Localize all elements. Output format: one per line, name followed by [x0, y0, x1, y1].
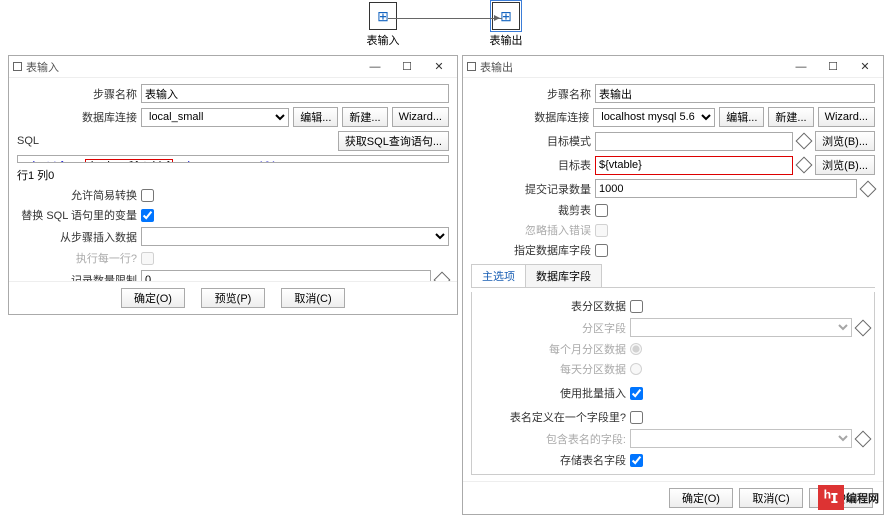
new-button[interactable]: 新建...: [342, 107, 387, 127]
store-field-checkbox[interactable]: [630, 454, 643, 467]
brand-text: 编程网: [846, 490, 879, 506]
commit-label: 提交记录数量: [471, 181, 591, 197]
commit-input[interactable]: [595, 179, 857, 198]
edit-button[interactable]: 编辑...: [719, 107, 764, 127]
replace-vars-label: 替换 SQL 语句里的变量: [17, 207, 137, 223]
monthly-radio: [630, 343, 642, 355]
new-button[interactable]: 新建...: [768, 107, 813, 127]
partition-field-label: 分区字段: [476, 320, 626, 336]
table-input-dialog: 表输入 — ☐ ✕ 步骤名称 数据库连接 local_small 编辑... 新…: [8, 55, 458, 315]
table-output-dialog: 表输出 — ☐ ✕ 步骤名称 数据库连接 localhost mysql 5.6…: [462, 55, 884, 515]
step-name-label: 步骤名称: [17, 86, 137, 102]
schema-label: 目标模式: [471, 133, 591, 149]
wizard-button[interactable]: Wizard...: [818, 107, 875, 127]
watermark: ʰɪ 编程网: [818, 485, 879, 510]
node-label: 表输出: [490, 32, 523, 48]
partition-field-select: [630, 318, 852, 337]
maximize-icon[interactable]: ☐: [393, 58, 421, 76]
step-name-input[interactable]: [141, 84, 449, 103]
step-name-label: 步骤名称: [471, 86, 591, 102]
cancel-button[interactable]: 取消(C): [281, 288, 345, 308]
get-sql-button[interactable]: 获取SQL查询语句...: [338, 131, 449, 151]
wizard-button[interactable]: Wizard...: [392, 107, 449, 127]
tab-fields[interactable]: 数据库字段: [525, 264, 602, 287]
variable-icon: [856, 321, 870, 335]
tabs: 主选项 数据库字段: [471, 264, 875, 288]
variable-icon[interactable]: [861, 182, 875, 196]
node-table-output[interactable]: ⊞ 表输出: [490, 2, 523, 48]
lazy-checkbox[interactable]: [141, 189, 154, 202]
name-field-select: [630, 429, 852, 448]
table-input[interactable]: [595, 156, 793, 175]
name-in-field-label: 表名定义在一个字段里?: [476, 409, 626, 425]
cursor-position: 行1 列0: [17, 167, 449, 183]
sql-highlight: dw_hos.${vtable}: [85, 159, 173, 163]
window-title: 表输出: [480, 59, 783, 75]
batch-label: 使用批量插入: [476, 385, 626, 401]
from-step-label: 从步骤插入数据: [17, 229, 137, 245]
batch-checkbox[interactable]: [630, 387, 643, 400]
close-icon[interactable]: ✕: [851, 58, 879, 76]
window-title: 表输入: [26, 59, 357, 75]
tab-main[interactable]: 主选项: [471, 264, 526, 287]
partition-label: 表分区数据: [476, 298, 626, 314]
cancel-button[interactable]: 取消(C): [739, 488, 803, 508]
table-label: 目标表: [471, 157, 591, 173]
lazy-label: 允许简易转换: [17, 187, 137, 203]
specify-fields-checkbox[interactable]: [595, 244, 608, 257]
minimize-icon[interactable]: —: [787, 58, 815, 76]
specify-fields-label: 指定数据库字段: [471, 242, 591, 258]
preview-button[interactable]: 预览(P): [201, 288, 265, 308]
truncate-label: 裁剪表: [471, 202, 591, 218]
each-row-checkbox: [141, 252, 154, 265]
each-row-label: 执行每一行?: [17, 250, 137, 266]
ignore-label: 忽略插入错误: [471, 222, 591, 238]
window-icon: [467, 62, 476, 71]
step-name-input[interactable]: [595, 84, 875, 103]
partition-checkbox[interactable]: [630, 300, 643, 313]
variable-icon[interactable]: [435, 273, 449, 282]
maximize-icon[interactable]: ☐: [819, 58, 847, 76]
titlebar[interactable]: 表输出 — ☐ ✕: [463, 56, 883, 78]
edit-button[interactable]: 编辑...: [293, 107, 338, 127]
variable-icon[interactable]: [797, 158, 811, 172]
ok-button[interactable]: 确定(O): [121, 288, 185, 308]
close-icon[interactable]: ✕: [425, 58, 453, 76]
connection-select[interactable]: local_small: [141, 108, 289, 127]
ignore-checkbox: [595, 224, 608, 237]
browse-schema-button[interactable]: 浏览(B)...: [815, 131, 875, 151]
store-field-label: 存储表名字段: [476, 452, 626, 468]
limit-label: 记录数量限制: [17, 272, 137, 282]
titlebar[interactable]: 表输入 — ☐ ✕: [9, 56, 457, 78]
flow-arrow: [388, 18, 502, 19]
browse-table-button[interactable]: 浏览(B)...: [815, 155, 875, 175]
sql-label: SQL: [17, 135, 39, 147]
node-label: 表输入: [367, 32, 400, 48]
monthly-label: 每个月分区数据: [476, 341, 626, 357]
ok-button[interactable]: 确定(O): [669, 488, 733, 508]
connection-label: 数据库连接: [17, 109, 137, 125]
schema-input[interactable]: [595, 132, 793, 151]
node-table-input[interactable]: ⊞ 表输入: [367, 2, 400, 48]
replace-vars-checkbox[interactable]: [141, 209, 154, 222]
limit-input[interactable]: [141, 270, 431, 281]
window-icon: [13, 62, 22, 71]
variable-icon[interactable]: [797, 134, 811, 148]
daily-label: 每天分区数据: [476, 361, 626, 377]
name-field-label: 包含表名的字段:: [476, 431, 626, 447]
connection-label: 数据库连接: [471, 109, 589, 125]
daily-radio: [630, 363, 642, 375]
minimize-icon[interactable]: —: [361, 58, 389, 76]
sql-editor[interactable]: select * from dw_hos.${vtable} where row…: [17, 155, 449, 163]
name-in-field-checkbox[interactable]: [630, 411, 643, 424]
truncate-checkbox[interactable]: [595, 204, 608, 217]
brand-logo-icon: ʰɪ: [818, 485, 844, 510]
flow-canvas: ⊞ 表输入 ⊞ 表输出: [0, 0, 889, 50]
connection-select[interactable]: localhost mysql 5.6: [593, 108, 715, 127]
tab-content: 表分区数据 分区字段 每个月分区数据 每天分区数据 使用批量插入 表名定义在一个…: [471, 292, 875, 475]
from-step-select[interactable]: [141, 227, 449, 246]
variable-icon: [856, 432, 870, 446]
